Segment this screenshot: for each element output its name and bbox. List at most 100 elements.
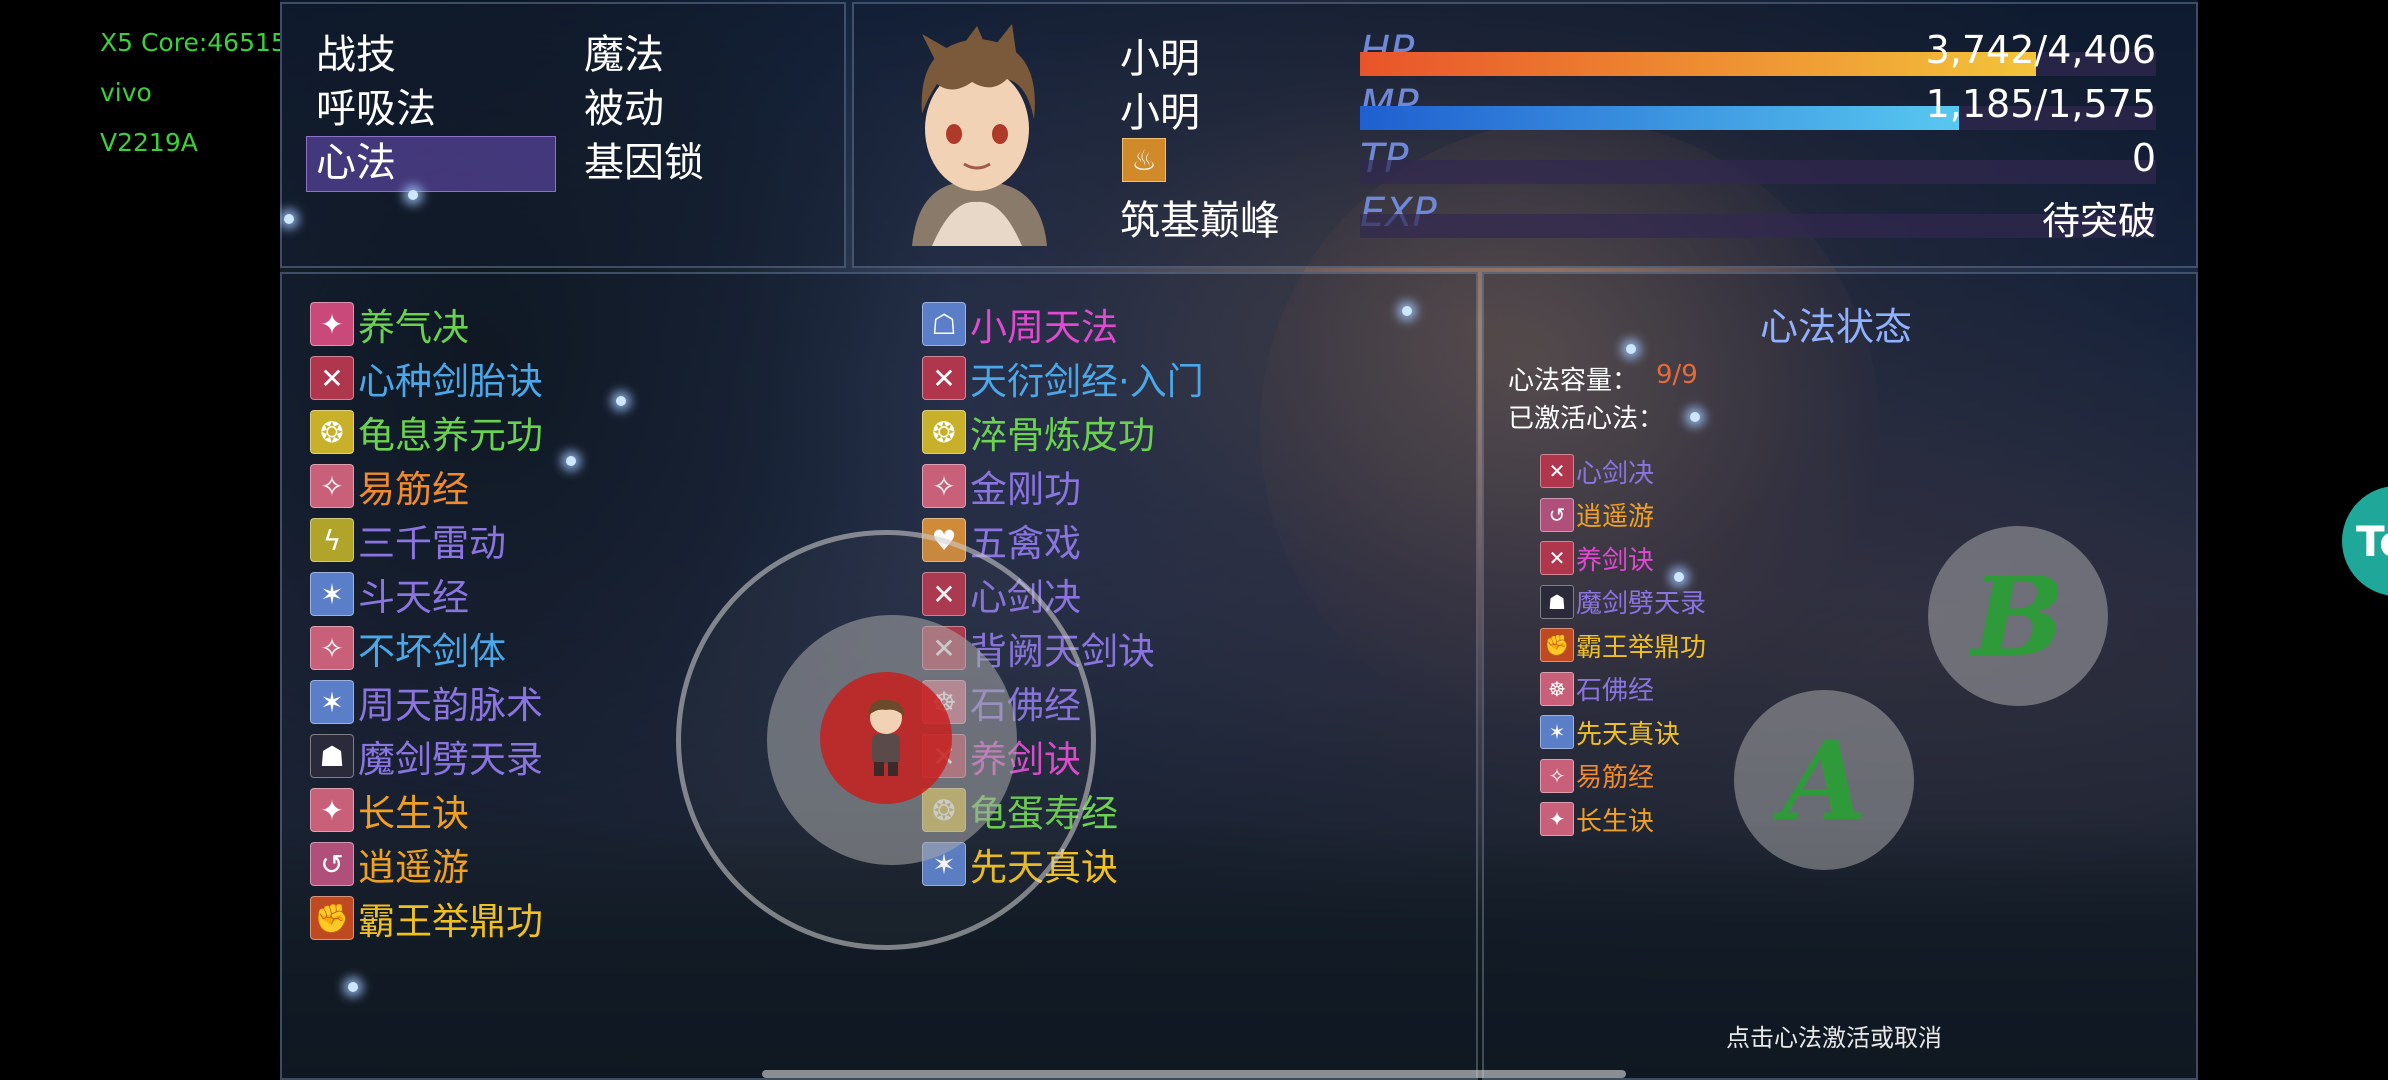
command-xinfa[interactable]: 心法 <box>316 136 396 190</box>
core-version-text: X5 Core:46515 <box>100 28 287 57</box>
skill-name: 心剑决 <box>1576 458 1655 489</box>
active-skill-emblem-icon: ✊ <box>1540 628 1574 662</box>
capacity-value: 9/9 <box>1656 360 1698 390</box>
active-skill-emblem-icon: ✕ <box>1540 541 1574 575</box>
skill-row[interactable]: ❂ 淬骨炼皮功 <box>922 408 1155 457</box>
skill-row[interactable]: ✧ 不坏剑体 <box>310 624 506 673</box>
command-menu-panel: 战技 魔法 呼吸法 被动 心法 基因锁 <box>280 2 846 268</box>
sparkle <box>1402 306 1412 316</box>
tp-gauge <box>1360 160 2156 184</box>
command-beidong[interactable]: 被动 <box>584 82 664 136</box>
command-zhanji[interactable]: 战技 <box>316 28 396 82</box>
skill-name: 长生诀 <box>1576 806 1655 837</box>
skill-row[interactable]: ✦ 养气决 <box>310 300 469 349</box>
skill-emblem-icon: ☗ <box>310 734 354 778</box>
virtual-joystick-knob[interactable] <box>820 672 952 804</box>
hp-value: 3,742/4,406 <box>1925 28 2156 72</box>
game-screen: 战技 魔法 呼吸法 被动 心法 基因锁 小明 小明 ♨ 筑基巅峰 HP 3,74… <box>280 0 2198 1080</box>
skill-name: 心种剑胎诀 <box>358 360 543 403</box>
active-skill-emblem-icon: ☸ <box>1540 671 1574 706</box>
skill-emblem-icon: ✕ <box>922 356 966 400</box>
skill-row[interactable]: ✶ 周天韵脉术 <box>310 678 543 727</box>
skill-name: 易筋经 <box>1576 763 1655 793</box>
skill-name: 斗天经 <box>358 576 469 619</box>
command-jiyinsuo[interactable]: 基因锁 <box>584 136 704 190</box>
player-sprite-icon <box>868 699 904 776</box>
skill-emblem-icon: ϟ <box>310 518 354 562</box>
sparkle <box>1690 412 1700 422</box>
skill-row[interactable]: ☗ 魔剑劈天录 <box>310 732 543 781</box>
skill-name: 不坏剑体 <box>358 630 506 673</box>
hint-text: 点击心法激活或取消 <box>1726 1024 1942 1052</box>
skill-name: 天衍剑经·入门 <box>970 360 1204 403</box>
exp-value: 待突破 <box>2041 199 2156 243</box>
realm-text: 筑基巅峰 <box>1120 198 1280 244</box>
character-portrait <box>912 24 1047 246</box>
skill-row[interactable]: ✧ 金刚功 <box>922 462 1081 511</box>
skill-emblem-icon: ✦ <box>310 302 354 346</box>
skill-row[interactable]: ✦ 长生诀 <box>1540 800 1654 838</box>
tp-value: 0 <box>2131 136 2156 180</box>
skill-row[interactable]: ✊ 霸王举鼎功 <box>1540 626 1706 664</box>
skill-row[interactable]: ✦ 长生诀 <box>310 786 469 835</box>
device-brand-text: vivo <box>100 78 152 107</box>
mp-value: 1,185/1,575 <box>1925 82 2156 126</box>
skill-row[interactable]: ϟ 三千雷动 <box>310 516 506 565</box>
skill-name: 逍遥游 <box>1576 502 1655 532</box>
skill-emblem-icon: ↺ <box>310 842 354 886</box>
a-button[interactable]: A <box>1734 690 1914 870</box>
skill-row[interactable]: ↺ 逍遥游 <box>1540 496 1654 534</box>
skill-emblem-icon: ✶ <box>310 680 354 724</box>
sparkle <box>616 396 626 406</box>
skill-emblem-icon: ✧ <box>310 626 354 670</box>
side-title: 心法状态 <box>1760 305 1913 349</box>
active-skill-emblem-icon: ✦ <box>1540 802 1574 836</box>
sparkle <box>348 982 358 992</box>
sparkle <box>1626 344 1636 354</box>
skill-row[interactable]: ☸石佛经 <box>1540 670 1654 708</box>
skill-name: 先天真诀 <box>1576 719 1681 750</box>
skill-name: 逍遥游 <box>358 846 469 889</box>
skill-row[interactable]: ✊ 霸王举鼎功 <box>310 894 543 943</box>
device-model-text: V2219A <box>100 128 198 157</box>
sparkle <box>284 214 294 224</box>
skill-emblem-icon: ❂ <box>310 410 354 454</box>
sparkle <box>408 190 418 200</box>
skill-row[interactable]: ✶ 先天真诀 <box>1540 713 1680 751</box>
actor-name: 小明 <box>1120 36 1200 82</box>
capacity-label: 心法容量： <box>1508 366 1639 396</box>
skill-emblem-icon: ☖ <box>922 302 966 346</box>
skill-row[interactable]: ↺ 逍遥游 <box>310 840 469 889</box>
skill-row[interactable]: ☖ 小周天法 <box>922 300 1118 349</box>
skill-name: 魔剑劈天录 <box>358 738 543 781</box>
skill-name: 养剑诀 <box>1576 545 1655 576</box>
skill-row[interactable]: ✕养剑诀 <box>1540 539 1654 577</box>
skill-row[interactable]: ✧ 易筋经 <box>1540 757 1654 795</box>
skill-emblem-icon: ✧ <box>310 464 354 508</box>
active-label: 已激活心法： <box>1508 404 1665 434</box>
skill-emblem-icon: ❂ <box>922 410 966 454</box>
command-mofa[interactable]: 魔法 <box>584 28 664 82</box>
b-button[interactable]: B <box>1928 526 2108 706</box>
skill-row[interactable]: ✧ 易筋经 <box>310 462 469 511</box>
command-huxifa[interactable]: 呼吸法 <box>316 82 436 136</box>
skill-name: 小周天法 <box>970 306 1118 349</box>
home-indicator-bar[interactable] <box>762 1070 1626 1078</box>
active-skill-emblem-icon: ☗ <box>1540 584 1574 619</box>
active-skill-emblem-icon: ✕ <box>1540 454 1574 488</box>
active-skill-emblem-icon: ✶ <box>1540 715 1574 749</box>
skill-row[interactable]: ❂ 龟息养元功 <box>310 408 543 457</box>
skill-row[interactable]: ☗ 魔剑劈天录 <box>1540 583 1706 621</box>
skill-name: 养气决 <box>358 306 469 349</box>
skill-row[interactable]: ✕ 心种剑胎诀 <box>310 354 543 403</box>
skill-row[interactable]: ✶ 斗天经 <box>310 570 469 619</box>
skill-row[interactable]: ✕ 心剑决 <box>1540 452 1654 490</box>
skill-name: 金刚功 <box>970 468 1081 511</box>
skill-row[interactable]: ✕ 天衍剑经·入门 <box>922 354 1204 403</box>
skill-name: 长生诀 <box>358 792 469 835</box>
sparkle <box>1674 572 1684 582</box>
active-skill-emblem-icon: ↺ <box>1540 497 1574 532</box>
skill-name: 周天韵脉术 <box>358 684 543 727</box>
floating-assist-tab[interactable]: To <box>2342 486 2388 596</box>
skill-name: 魔剑劈天录 <box>1576 589 1707 619</box>
